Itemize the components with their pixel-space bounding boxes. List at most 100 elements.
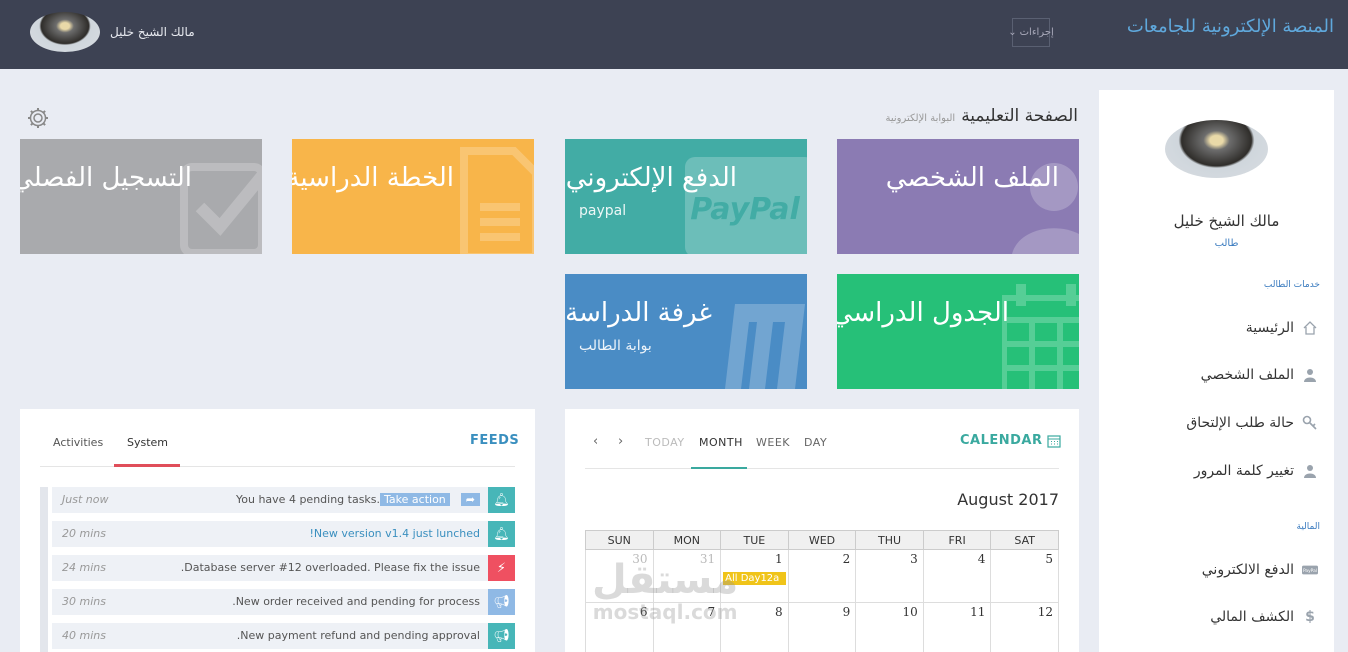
calendar-month-label: August 2017 <box>957 490 1059 509</box>
tile-title: الخطة الدراسية <box>292 163 454 193</box>
day-header: TUE <box>720 530 789 550</box>
tile-registration[interactable]: التسجيل الفصلي <box>20 139 262 254</box>
calendar-day-cell[interactable]: 4 <box>922 549 992 603</box>
day-number: 1 <box>775 552 783 566</box>
sidebar-item-label: الملف الشخصي <box>1200 367 1294 383</box>
user-menu[interactable]: مالك الشيخ خليل <box>30 12 195 52</box>
key-icon <box>1302 415 1318 431</box>
tile-epayment[interactable]: PayPal الدفع الإلكتروني paypal <box>565 139 807 254</box>
day-header: WED <box>787 530 857 550</box>
tile-study-plan[interactable]: الخطة الدراسية <box>292 139 534 254</box>
page-title-text: الصفحة التعليمية <box>961 106 1078 126</box>
profile-name: مالك الشيخ خليل <box>1173 212 1280 230</box>
feed-text: New payment refund and pending approval. <box>236 629 480 642</box>
home-icon <box>1302 320 1318 336</box>
document-icon <box>460 147 534 254</box>
calendar-day-cell[interactable]: 10 <box>855 602 924 652</box>
tile-study-room[interactable]: غرفة الدراسة بوابة الطالب <box>565 274 807 389</box>
day-number: 12 <box>1037 605 1053 619</box>
actions-label: إجراءات <box>1019 27 1054 38</box>
day-header: SUN <box>585 530 654 550</box>
calendar-day-cell[interactable]: 9 <box>787 602 857 652</box>
sidebar-item-change-password[interactable]: تغيير كلمة المرور <box>1194 463 1318 479</box>
svg-text:PayPal: PayPal <box>1303 568 1317 574</box>
active-tab-indicator <box>114 464 180 467</box>
calendar-day-cell[interactable]: 3 <box>855 549 924 603</box>
profile-role: طالب <box>1214 238 1239 249</box>
sidebar-item-home[interactable]: الرئيسية <box>1246 320 1318 336</box>
checkmark-icon <box>180 163 262 254</box>
sidebar-item-epayment[interactable]: PayPal الدفع الالكتروني <box>1202 562 1318 578</box>
watermark: مستقل mostaql.com <box>592 560 738 624</box>
day-view-button[interactable]: DAY <box>804 436 827 449</box>
calendar-day-cell[interactable]: 5 <box>990 549 1059 603</box>
tile-title: الملف الشخصي <box>885 163 1059 193</box>
svg-text:PayPal: PayPal <box>690 192 800 227</box>
prev-month-button[interactable]: ‹ <box>593 434 599 449</box>
feed-text: Database server #12 overloaded. Please f… <box>180 561 480 574</box>
calendar-day-cell[interactable]: 12 <box>990 602 1059 652</box>
feed-text[interactable]: New version v1.4 just lunched! <box>309 527 480 540</box>
watermark-arabic: مستقل <box>592 557 739 603</box>
sidebar-item-label: تغيير كلمة المرور <box>1193 463 1294 479</box>
week-view-button[interactable]: WEEK <box>756 436 790 449</box>
sidebar-item-financial-statement[interactable]: $ الكشف المالي <box>1210 609 1318 625</box>
section-student-services: خدمات الطالب <box>1263 280 1320 290</box>
feeds-title: FEEDS <box>470 433 520 448</box>
sidebar: مالك الشيخ خليل طالب خدمات الطالب الرئيس… <box>1099 90 1334 652</box>
megaphone-icon: 📢︎ <box>488 589 515 615</box>
tile-title: الجدول الدراسي <box>837 298 1009 328</box>
sidebar-item-label: الرئيسية <box>1245 320 1294 336</box>
actions-dropdown[interactable]: ⌄ إجراءات <box>1008 18 1054 47</box>
feed-item: 📢︎ New order received and pending for pr… <box>52 589 515 615</box>
day-header: MON <box>652 530 722 550</box>
feed-time: 20 mins <box>62 527 106 540</box>
take-action-button[interactable]: Take action <box>380 493 450 506</box>
section-finance: المالية <box>1296 522 1320 532</box>
user-icon <box>1302 367 1318 383</box>
watermark-latin: mostaql.com <box>592 600 738 624</box>
feed-item: 🔔︎ New version v1.4 just lunched! 20 min… <box>52 521 515 547</box>
day-number: 8 <box>775 605 783 619</box>
tile-title: التسجيل الفصلي <box>20 163 192 193</box>
tile-subtitle: paypal <box>579 203 627 219</box>
calendar-title: CALENDAR <box>960 433 1061 448</box>
sidebar-item-label: حالة طلب الإلتحاق <box>1186 415 1294 431</box>
calendar-header-row: SUN MON TUE WED THU FRI SAT <box>585 530 1059 550</box>
today-button[interactable]: TODAY <box>645 436 685 449</box>
bell-icon: 🔔︎ <box>488 487 515 513</box>
brand-title[interactable]: المنصة الإلكترونية للجامعات <box>1127 16 1334 37</box>
calendar-day-cell[interactable]: 11 <box>922 602 992 652</box>
feed-time: 40 mins <box>62 629 106 642</box>
feed-item: 🔔︎ ➦ You have 4 pending tasks. Take action… <box>52 487 515 513</box>
feed-time: Just now <box>62 493 109 506</box>
tab-activities[interactable]: Activities <box>53 436 103 449</box>
feed-time: 30 mins <box>62 595 106 608</box>
tile-title: غرفة الدراسة <box>565 298 712 328</box>
avatar <box>30 12 100 52</box>
gear-icon[interactable] <box>26 106 50 130</box>
calendar-icon <box>1046 434 1061 448</box>
next-month-button[interactable]: › <box>618 434 624 449</box>
calendar-divider <box>585 468 1059 469</box>
feed-text: You have 4 pending tasks. <box>236 493 381 506</box>
tile-profile[interactable]: الملف الشخصي <box>837 139 1079 254</box>
bell-icon: 🔔︎ <box>488 521 515 547</box>
active-view-indicator <box>691 467 747 469</box>
tabs-divider <box>40 466 515 467</box>
sidebar-item-profile[interactable]: الملف الشخصي <box>1201 367 1318 383</box>
day-number: 9 <box>842 605 851 619</box>
bolt-icon: ⚡︎ <box>488 555 515 581</box>
tile-schedule[interactable]: الجدول الدراسي <box>837 274 1079 389</box>
sidebar-item-admission-status[interactable]: حالة طلب الإلتحاق <box>1186 415 1318 431</box>
feeds-scrollbar[interactable] <box>40 487 48 652</box>
month-view-button[interactable]: MONTH <box>699 436 743 449</box>
calendar-day-cell[interactable]: 2 <box>787 549 857 603</box>
calendar-title-text: CALENDAR <box>960 433 1043 448</box>
sidebar-item-label: الدفع الالكتروني <box>1201 562 1294 578</box>
sidebar-item-label: الكشف المالي <box>1210 609 1294 625</box>
day-number: 2 <box>842 552 851 566</box>
tab-system[interactable]: System <box>127 436 168 449</box>
day-number: 10 <box>902 605 918 619</box>
chevron-down-icon: ⌄ <box>1008 27 1017 38</box>
